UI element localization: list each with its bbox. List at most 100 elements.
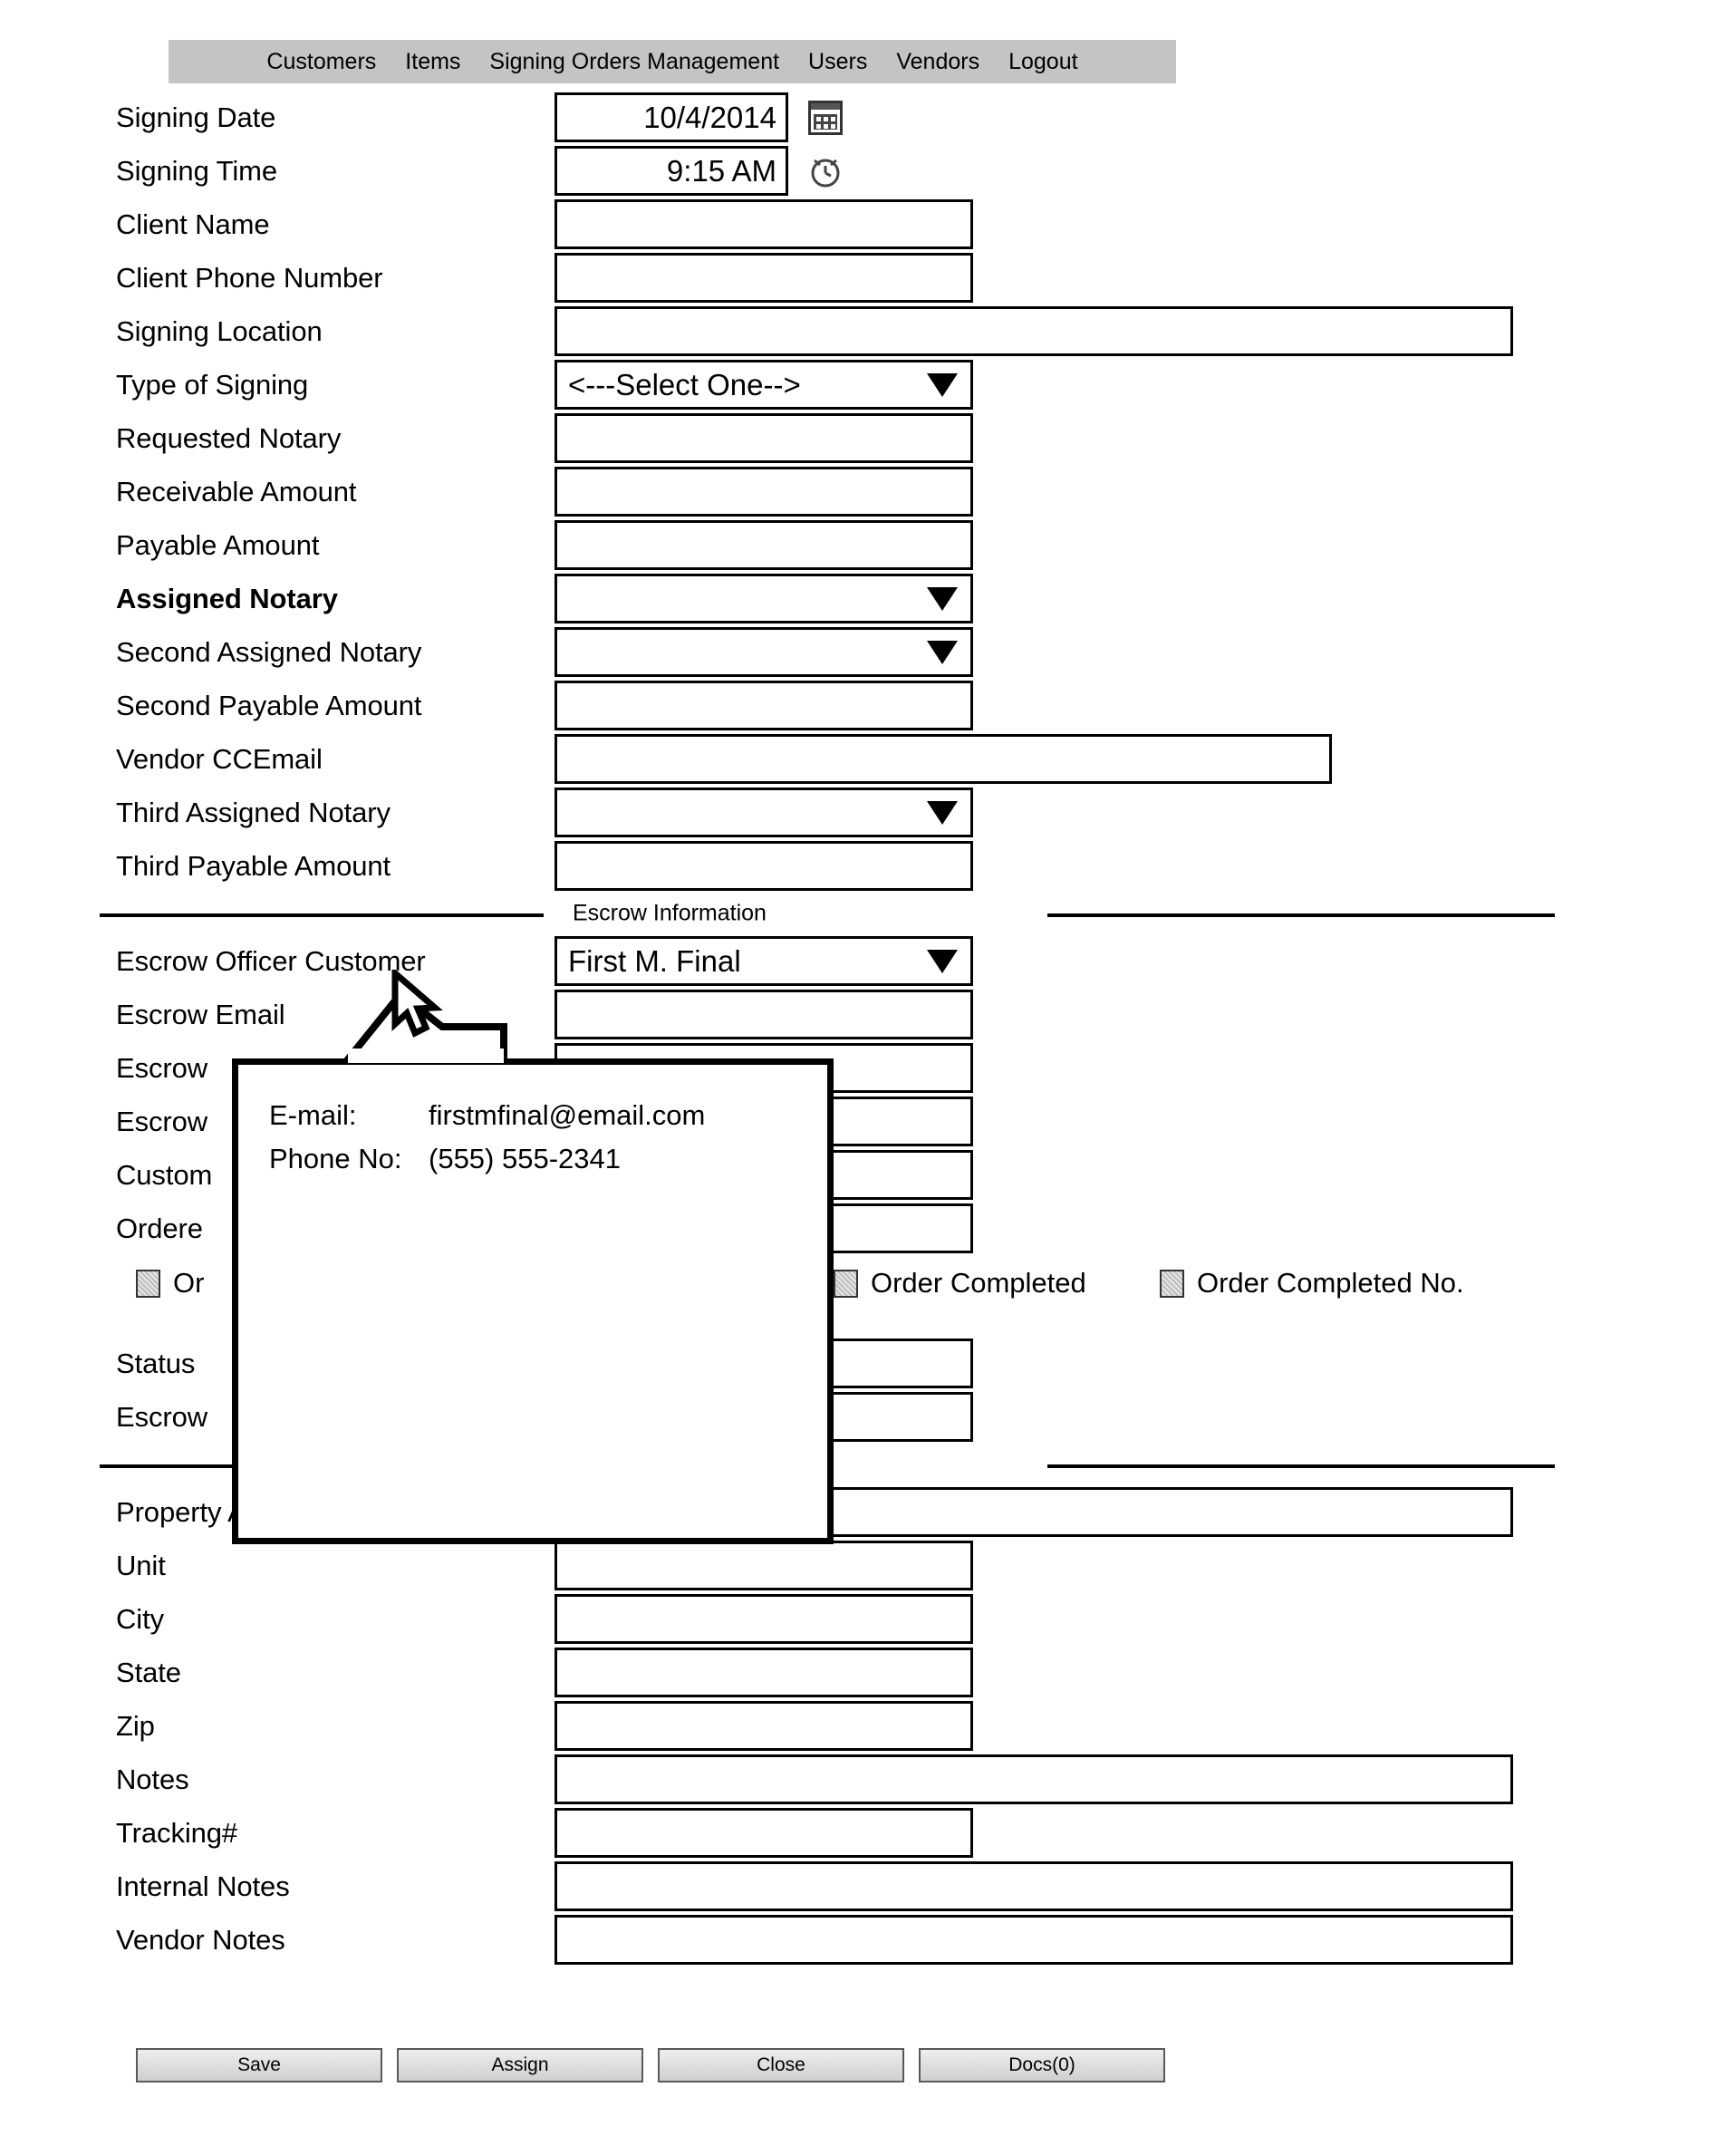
tooltip-phone-label: Phone No: <box>269 1143 402 1174</box>
label-signing-location: Signing Location <box>116 314 323 347</box>
label-zip: Zip <box>116 1709 155 1742</box>
input-third-payable-amount[interactable] <box>555 841 973 891</box>
nav-logout[interactable]: Logout <box>994 40 1092 83</box>
form-row: Escrow Email <box>0 988 1736 1041</box>
select-assigned-notary[interactable] <box>555 574 973 623</box>
select-second-assigned-notary[interactable] <box>555 627 973 677</box>
form-row: Third Assigned Notary <box>0 786 1736 839</box>
nav-items[interactable]: Items <box>391 40 475 83</box>
select-third-assigned-notary[interactable] <box>555 788 973 837</box>
chevron-down-icon[interactable] <box>927 640 958 664</box>
close-button[interactable]: Close <box>658 2048 904 2083</box>
checkbox-box[interactable] <box>136 1269 160 1298</box>
form-row: Client Phone Number <box>0 251 1736 304</box>
input-notes[interactable] <box>555 1754 1513 1804</box>
checkbox-label: Order Completed <box>871 1267 1086 1299</box>
form-row: Notes <box>0 1753 1736 1806</box>
save-button[interactable]: Save <box>136 2048 382 2083</box>
form-row: Escrow Officer Customer First M. Final <box>0 934 1736 988</box>
form-action-buttons: Save Assign Close Docs(0) <box>136 2048 1165 2083</box>
form-row: City <box>0 1592 1736 1646</box>
input-city[interactable] <box>555 1594 973 1644</box>
form-row: Zip <box>0 1699 1736 1753</box>
form-row: Tracking# <box>0 1806 1736 1860</box>
section-title: Escrow Information <box>562 900 777 927</box>
form-row: Client Name <box>0 198 1736 251</box>
form-row: Second Assigned Notary <box>0 625 1736 679</box>
label-escrow: Escrow <box>116 1051 208 1084</box>
input-vendor-notes[interactable] <box>555 1915 1513 1965</box>
separator-line-right <box>1047 913 1555 917</box>
checkbox-box[interactable] <box>1160 1269 1184 1298</box>
separator-line-right <box>1047 1464 1555 1468</box>
input-zip[interactable] <box>555 1701 973 1751</box>
checkbox-order-completed-no[interactable]: Order Completed No. <box>1160 1267 1464 1300</box>
input-state[interactable] <box>555 1648 973 1697</box>
label-third-payable-amount: Third Payable Amount <box>116 849 391 882</box>
input-payable-amount[interactable] <box>555 520 973 570</box>
input-vendor-ccemail[interactable] <box>555 734 1332 784</box>
input-client-phone-number[interactable] <box>555 253 973 303</box>
clock-icon[interactable] <box>808 154 843 188</box>
input-requested-notary[interactable] <box>555 413 973 463</box>
chevron-down-icon[interactable] <box>927 372 958 397</box>
input-escrow-email[interactable] <box>555 990 973 1039</box>
tooltip-email-label: E-mail: <box>269 1099 357 1131</box>
input-signing-time[interactable]: 9:15 AM <box>555 146 788 196</box>
select-escrow-officer-customer[interactable]: First M. Final <box>555 936 973 986</box>
label-ordere: Ordere <box>116 1212 203 1244</box>
chevron-down-icon[interactable] <box>927 949 958 973</box>
input-unit[interactable] <box>555 1541 973 1590</box>
label-type-of-signing: Type of Signing <box>116 368 309 401</box>
label-escrow: Escrow <box>116 1400 208 1433</box>
nav-customers[interactable]: Customers <box>252 40 391 83</box>
input-client-name[interactable] <box>555 199 973 249</box>
select-type-of-signing[interactable]: <---Select One--> <box>555 360 973 410</box>
label-signing-date: Signing Date <box>116 101 276 133</box>
label-client-phone-number: Client Phone Number <box>116 261 383 294</box>
input-tracking[interactable] <box>555 1808 973 1858</box>
top-navigation-bar: Customers Items Signing Orders Management U… <box>169 40 1176 83</box>
nav-users[interactable]: Users <box>794 40 882 83</box>
input-signing-location[interactable] <box>555 306 1513 356</box>
nav-signing-orders-management[interactable]: Signing Orders Management <box>475 40 794 83</box>
label-signing-time: Signing Time <box>116 154 278 187</box>
docs-button[interactable]: Docs(0) <box>919 2048 1165 2083</box>
chevron-down-icon[interactable] <box>927 800 958 825</box>
chevron-down-icon[interactable] <box>927 586 958 611</box>
separator-line-left <box>100 913 544 917</box>
label-state: State <box>116 1656 181 1688</box>
label-escrow-officer-customer: Escrow Officer Customer <box>116 944 426 977</box>
calendar-icon[interactable] <box>808 100 843 135</box>
form-row: Vendor Notes <box>0 1913 1736 1967</box>
label-escrow-email: Escrow Email <box>116 998 285 1030</box>
tooltip-email-line: E-mail: firstmfinal@email.com <box>269 1099 705 1132</box>
label-escrow: Escrow <box>116 1105 208 1137</box>
form-row: Unit <box>0 1539 1736 1592</box>
label-client-name: Client Name <box>116 208 270 240</box>
label-notes: Notes <box>116 1763 189 1795</box>
checkbox-label: Order Completed No. <box>1197 1267 1464 1299</box>
assign-button[interactable]: Assign <box>397 2048 643 2083</box>
label-third-assigned-notary: Third Assigned Notary <box>116 796 391 828</box>
form-row: Vendor CCEmail <box>0 732 1736 786</box>
value-escrow-officer-customer: First M. Final <box>568 943 741 978</box>
checkbox-label: Or <box>173 1267 205 1299</box>
form-row: Type of Signing <---Select One--> <box>0 358 1736 411</box>
checkbox-order-partial[interactable]: Or <box>136 1267 204 1300</box>
checkbox-box[interactable] <box>834 1269 858 1298</box>
checkbox-order-completed[interactable]: Order Completed <box>834 1267 1086 1300</box>
nav-vendors[interactable]: Vendors <box>882 40 994 83</box>
label-city: City <box>116 1602 164 1635</box>
form-row: Second Payable Amount <box>0 679 1736 732</box>
label-payable-amount: Payable Amount <box>116 528 320 561</box>
value-signing-time: 9:15 AM <box>666 153 776 188</box>
label-requested-notary: Requested Notary <box>116 421 342 454</box>
input-second-payable-amount[interactable] <box>555 681 973 730</box>
label-second-assigned-notary: Second Assigned Notary <box>116 635 422 668</box>
customer-contact-tooltip: E-mail: firstmfinal@email.com Phone No: (5… <box>232 1058 834 1544</box>
input-receivable-amount[interactable] <box>555 467 973 517</box>
input-internal-notes[interactable] <box>555 1861 1513 1911</box>
input-signing-date[interactable]: 10/4/2014 <box>555 92 788 142</box>
form-row: Requested Notary <box>0 411 1736 465</box>
